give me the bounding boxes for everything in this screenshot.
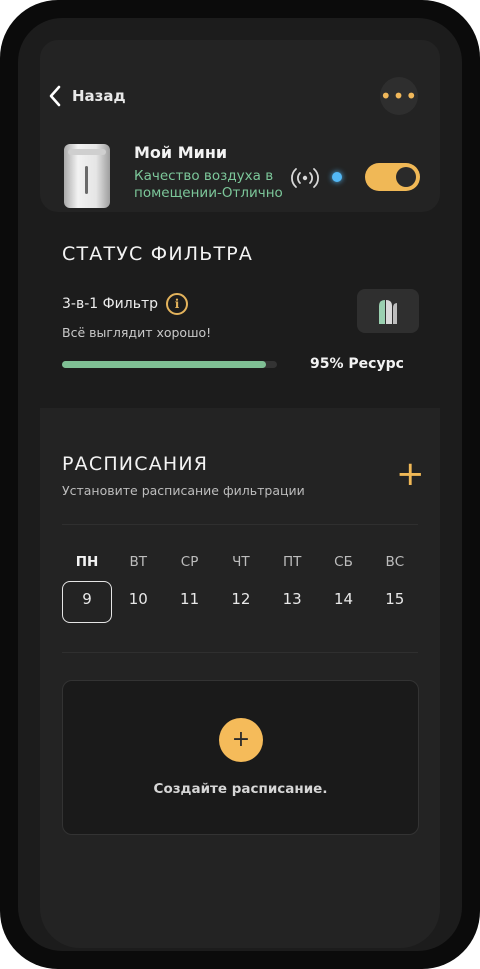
toggle-knob — [396, 167, 416, 187]
filter-image-button[interactable] — [357, 289, 419, 333]
filter-message: Всё выглядит хорошо! — [62, 325, 212, 340]
filter-resource-bar — [62, 361, 277, 368]
more-options-button[interactable]: ••• — [380, 77, 418, 115]
device-name: Мой Мини — [134, 143, 228, 162]
wireless-signal-icon — [291, 168, 319, 188]
add-schedule-button[interactable]: + — [396, 457, 425, 491]
day-label[interactable]: ЧТ — [221, 554, 261, 570]
day-number[interactable]: 13 — [272, 590, 312, 608]
info-icon[interactable]: i — [166, 293, 189, 315]
day-label[interactable]: СБ — [324, 554, 364, 570]
day-label[interactable]: ВТ — [118, 554, 158, 570]
filter-name: 3-в-1 Фильтр — [62, 296, 159, 312]
back-label: Назад — [72, 87, 126, 105]
day-label[interactable]: СР — [170, 554, 210, 570]
filter-resource-fill — [62, 361, 267, 368]
air-quality-status: Качество воздуха в помещении-Отлично — [134, 168, 283, 201]
filter-name-row: 3-в-1 Фильтр i — [62, 293, 189, 315]
create-schedule-label: Создайте расписание. — [153, 781, 328, 797]
schedule-title: РАСПИСАНИЯ — [62, 453, 209, 475]
divider — [62, 652, 418, 653]
day-label[interactable]: ВС — [375, 554, 415, 570]
filter-resource-label: 95% Ресурс — [310, 356, 404, 372]
day-number[interactable]: 10 — [118, 590, 158, 608]
day-number[interactable]: 15 — [375, 590, 415, 608]
air-purifier-image — [64, 144, 110, 208]
day-label[interactable]: ПН — [67, 554, 107, 570]
divider — [62, 524, 418, 525]
create-schedule-button[interactable]: + — [219, 718, 263, 762]
day-number[interactable]: 11 — [170, 590, 210, 608]
connection-indicator-icon — [332, 172, 342, 182]
back-button[interactable]: Назад — [48, 78, 126, 114]
schedule-subtitle: Установите расписание фильтрации — [62, 483, 305, 498]
day-number[interactable]: 12 — [221, 590, 261, 608]
power-toggle[interactable] — [365, 163, 420, 191]
day-number[interactable]: 9 — [67, 590, 107, 608]
chevron-left-icon — [49, 85, 61, 107]
day-number[interactable]: 14 — [324, 590, 364, 608]
more-dots-icon: ••• — [379, 84, 419, 108]
filter-cartridge-icon — [379, 300, 397, 324]
day-label[interactable]: ПТ — [272, 554, 312, 570]
filter-status-title: СТАТУС ФИЛЬТРА — [62, 243, 254, 265]
